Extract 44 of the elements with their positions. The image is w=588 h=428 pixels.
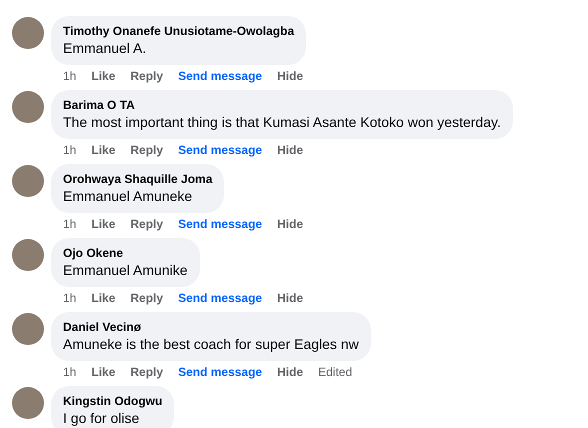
send-message-link[interactable]: Send message — [178, 364, 262, 380]
author-name[interactable]: Daniel Vecinø — [63, 319, 359, 335]
send-message-link[interactable]: Send message — [178, 216, 262, 232]
comment-action-button[interactable]: Like — [91, 290, 116, 306]
comment-action-button[interactable]: Hide — [277, 290, 304, 306]
time-link[interactable]: 1h — [63, 290, 76, 306]
edited-label: Edited — [318, 364, 352, 380]
avatar[interactable] — [12, 165, 44, 197]
time-link[interactable]: 1h — [63, 216, 76, 232]
comment-action-button[interactable]: Like — [91, 68, 116, 84]
author-name[interactable]: Timothy Onanefe Unusiotame-Owolagba — [63, 23, 294, 39]
comment-action-button[interactable]: Like — [91, 142, 116, 158]
time-link[interactable]: 1h — [63, 142, 76, 158]
comment-text: Emmanuel Amunike — [63, 261, 188, 280]
comment-action-button[interactable]: Reply — [130, 216, 164, 232]
comment-text: Emmanuel A. — [63, 39, 148, 58]
send-message-link[interactable]: Send message — [178, 290, 262, 306]
comment-action-button[interactable]: Hide — [277, 216, 304, 232]
comment-action-button[interactable]: Like — [91, 364, 116, 380]
send-message-link[interactable]: Send message — [178, 68, 262, 84]
comment-action-button[interactable]: Reply — [130, 364, 164, 380]
comment-action-button[interactable]: Hide — [277, 68, 304, 84]
comment-text: Emmanuel Amuneke — [63, 187, 194, 206]
author-name[interactable]: Kingstin Odogwu — [63, 393, 162, 409]
comment-text: Amuneke is the best coach for super Eagles nw — [63, 335, 359, 354]
author-name[interactable]: Orohwaya Shaquille Joma — [63, 171, 212, 187]
avatar[interactable] — [12, 17, 44, 49]
comment-action-button[interactable]: Hide — [277, 364, 304, 380]
avatar[interactable] — [12, 313, 44, 345]
comment-action-button[interactable]: Reply — [130, 290, 164, 306]
comment-text: I go for olise — [63, 409, 140, 428]
avatar[interactable] — [12, 387, 44, 419]
send-message-link[interactable]: Send message — [178, 142, 262, 158]
time-link[interactable]: 1h — [63, 364, 76, 380]
comment-action-button[interactable]: Reply — [130, 68, 164, 84]
comment-text: The most important thing is that Kumasi Asante Kotoko won yesterday. — [63, 113, 501, 132]
time-link[interactable]: 1h — [63, 68, 76, 84]
avatar[interactable] — [12, 91, 44, 123]
comment-action-button[interactable]: Like — [91, 216, 116, 232]
author-name[interactable]: Ojo Okene — [63, 245, 188, 261]
comment-action-button[interactable]: Reply — [130, 142, 164, 158]
avatar[interactable] — [12, 239, 44, 271]
author-name[interactable]: Barima O TA — [63, 97, 501, 113]
comment-action-button[interactable]: Hide — [277, 142, 304, 158]
